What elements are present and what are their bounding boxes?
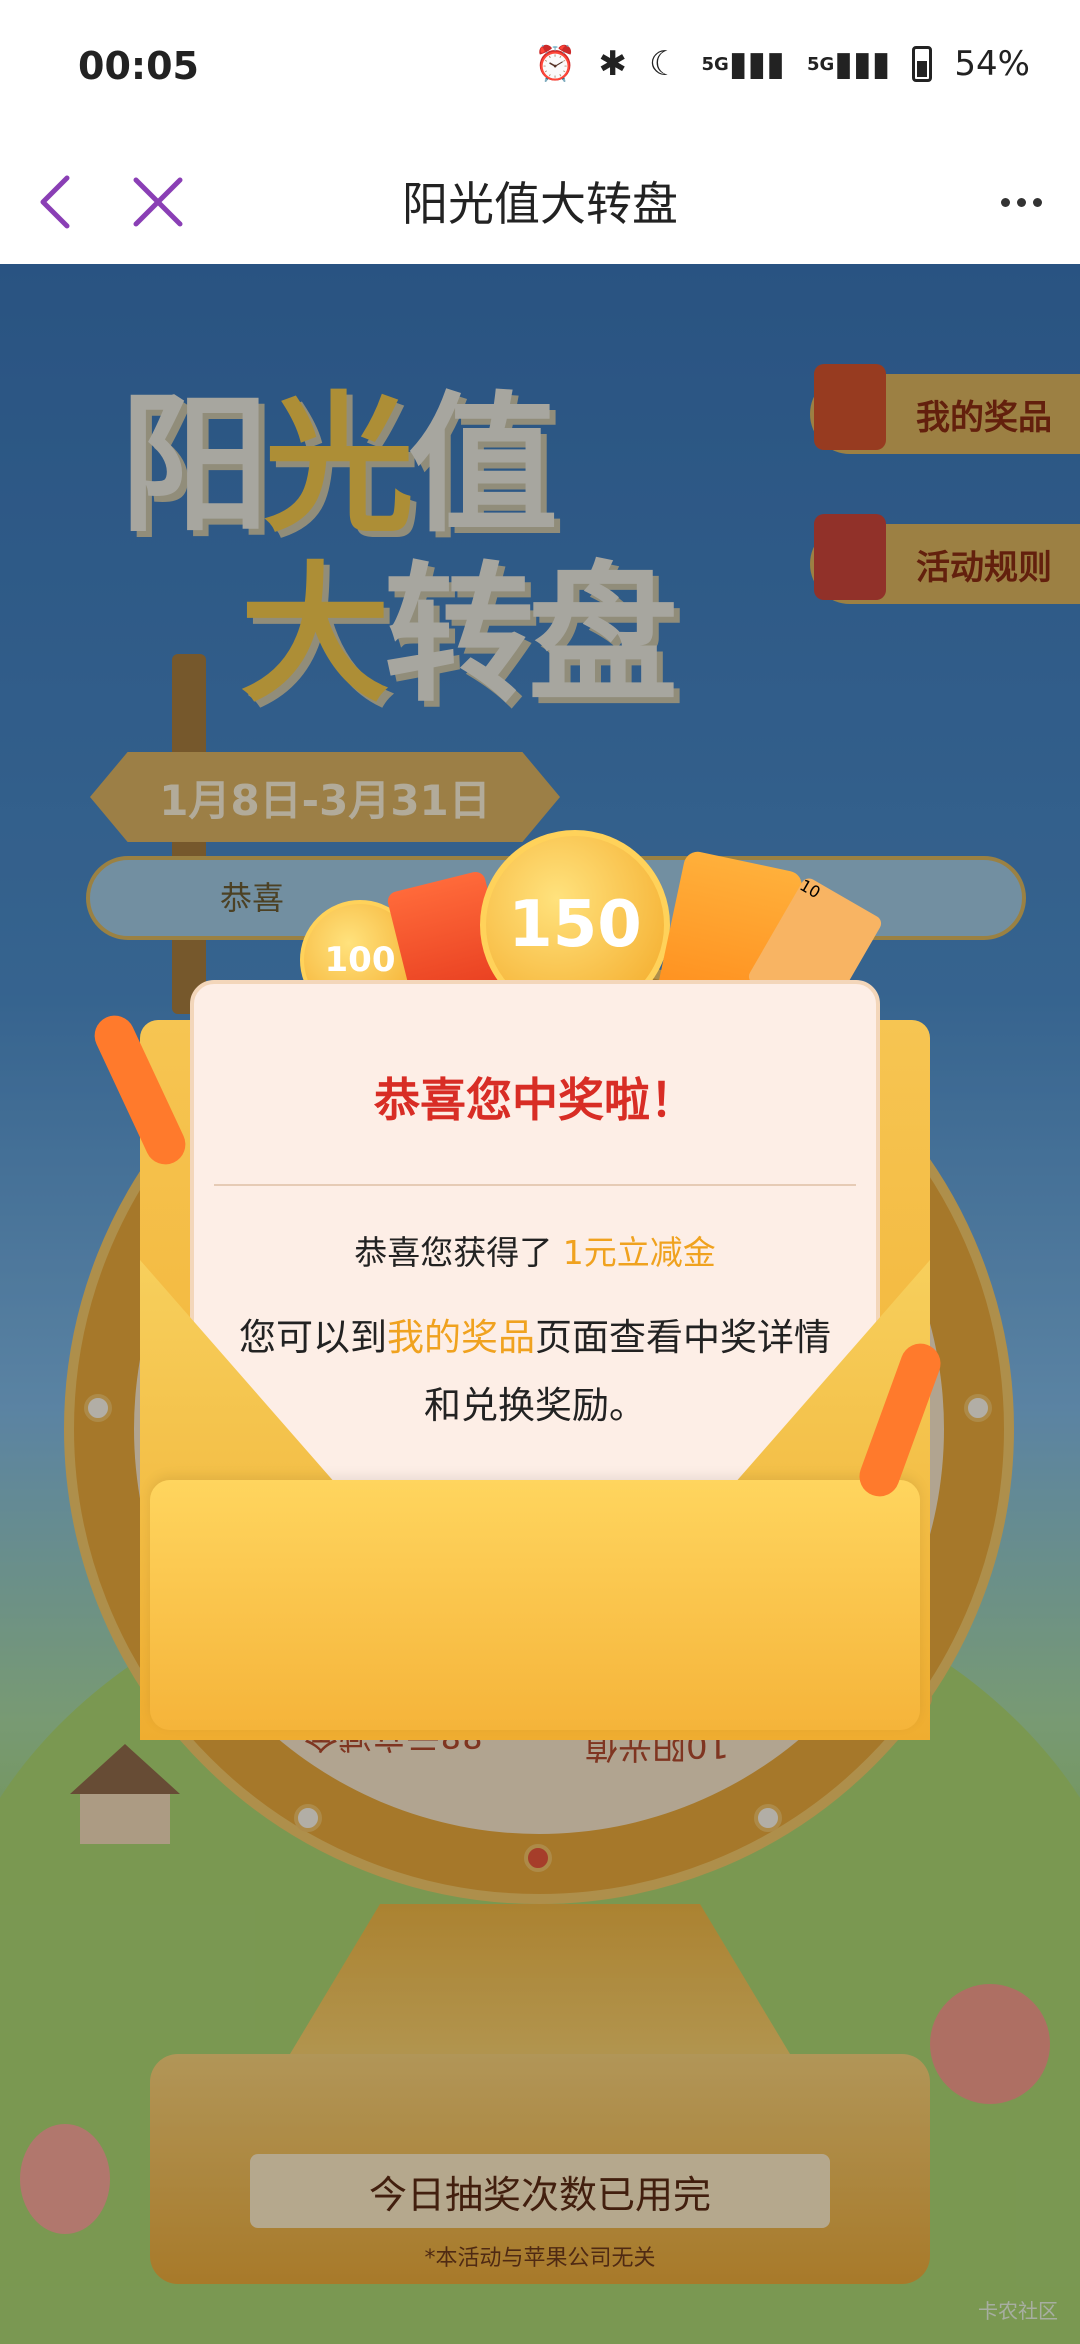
battery-icon (912, 46, 933, 82)
battery-percent: 54% (954, 44, 1030, 84)
divider (214, 1184, 856, 1186)
my-prizes-link[interactable]: 我的奖品 (387, 1316, 535, 1359)
bluetooth-icon: ✱ (598, 44, 628, 84)
status-icons: ⏰ ✱ ☾ 5G ▮▮▮ 5G ▮▮▮ 54% (534, 44, 1030, 84)
more-dot (1016, 197, 1026, 207)
signal-5g-icon-2: 5G ▮▮▮ (806, 44, 891, 84)
moon-icon: ☾ (649, 44, 680, 84)
nav-bar: 阳光值大转盘 (0, 140, 1080, 264)
status-bar: 00:05 ⏰ ✱ ☾ 5G ▮▮▮ 5G ▮▮▮ 54% (0, 0, 1080, 140)
prize-description: 恭喜您获得了 1元立减金 (354, 1233, 716, 1272)
signal-5g-icon-1: 5G ▮▮▮ (701, 44, 785, 84)
prize-instructions: 您可以到我的奖品页面查看中奖详情和兑换奖励。 (239, 1316, 831, 1427)
envelope-pocket[interactable] (150, 1480, 920, 1730)
more-dot (1032, 197, 1042, 207)
prize-title: 恭喜您中奖啦！ (374, 1073, 696, 1127)
prize-modal: 100 150 10 恭喜您中奖啦！ 恭喜您获得了 1元立减金 您可以到我的奖品… (88, 830, 947, 1800)
more-dot (1000, 197, 1010, 207)
status-time: 00:05 (78, 44, 199, 88)
page-title: 阳光值大转盘 (402, 177, 678, 231)
more-button[interactable] (986, 162, 1056, 242)
prize-name: 1元立减金 (562, 1233, 716, 1272)
alarm-icon: ⏰ (534, 44, 577, 84)
